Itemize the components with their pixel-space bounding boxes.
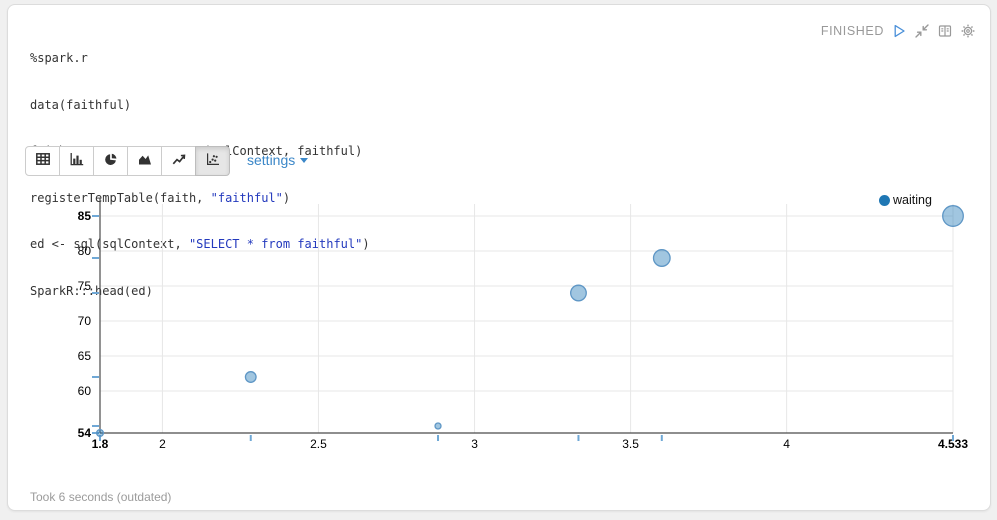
bar-chart-icon bbox=[69, 151, 85, 172]
code-text: registerTempTable(faith, bbox=[30, 191, 211, 205]
area-chart-button[interactable] bbox=[127, 146, 162, 176]
code-text: ed <- sql(sqlContext, bbox=[30, 237, 189, 251]
zeppelin-paragraph: %spark.r data(faithful) faith <- createD… bbox=[0, 0, 997, 520]
code-text: data(faithful) bbox=[30, 98, 131, 112]
play-icon[interactable] bbox=[891, 23, 907, 39]
code-string-token: "faithful" bbox=[211, 191, 283, 205]
code-string-token: "SELECT * from faithful" bbox=[189, 237, 362, 251]
compress-icon[interactable] bbox=[914, 23, 930, 39]
chevron-down-icon bbox=[300, 158, 308, 163]
scatter-chart-button[interactable] bbox=[195, 146, 230, 176]
table-icon bbox=[35, 151, 51, 172]
table-button[interactable] bbox=[25, 146, 60, 176]
chart-legend[interactable]: waiting bbox=[879, 193, 932, 207]
paragraph-status-row: FINISHED bbox=[821, 23, 976, 39]
code-text: ) bbox=[362, 237, 369, 251]
pie-chart-button[interactable] bbox=[93, 146, 128, 176]
line-chart-button[interactable] bbox=[161, 146, 196, 176]
line-chart-icon bbox=[171, 151, 187, 172]
code-text: SparkR:::head(ed) bbox=[30, 284, 153, 298]
settings-label: settings bbox=[247, 152, 295, 168]
gear-icon[interactable] bbox=[960, 23, 976, 39]
area-chart-icon bbox=[137, 151, 153, 172]
book-icon[interactable] bbox=[937, 23, 953, 39]
code-line: registerTempTable(faith, "faithful") bbox=[30, 191, 370, 207]
code-line: SparkR:::head(ed) bbox=[30, 284, 370, 300]
legend-series-dot bbox=[879, 195, 890, 206]
settings-toggle[interactable]: settings bbox=[247, 152, 308, 168]
code-line: data(faithful) bbox=[30, 98, 370, 114]
code-line: %spark.r bbox=[30, 51, 370, 67]
scatter-chart-icon bbox=[205, 151, 221, 172]
chart-type-toolbar bbox=[25, 146, 230, 176]
code-text: %spark.r bbox=[30, 51, 88, 65]
bar-chart-button[interactable] bbox=[59, 146, 94, 176]
code-line: ed <- sql(sqlContext, "SELECT * from fai… bbox=[30, 237, 370, 253]
code-text: ) bbox=[283, 191, 290, 205]
execution-time-note: Took 6 seconds (outdated) bbox=[30, 490, 171, 504]
pie-chart-icon bbox=[103, 151, 119, 172]
status-badge: FINISHED bbox=[821, 24, 884, 38]
legend-series-label: waiting bbox=[893, 193, 932, 207]
